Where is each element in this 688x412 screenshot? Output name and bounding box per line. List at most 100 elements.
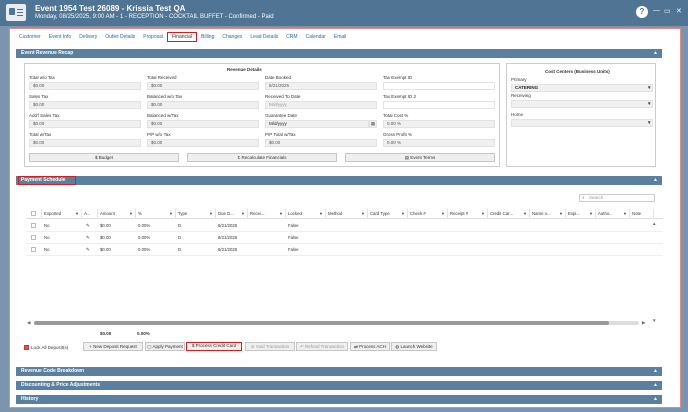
col-receipt-number[interactable]: Receipt # ▼: [448, 209, 488, 219]
pp-wo-tax-field[interactable]: $0.00: [147, 139, 259, 147]
pp-total-w-tax-field[interactable]: $0.00: [265, 139, 377, 147]
tab-changes[interactable]: Changes: [218, 32, 246, 42]
tax-exempt-id2-field[interactable]: [383, 101, 495, 109]
search-input[interactable]: Search: [579, 194, 655, 202]
tab-email[interactable]: Email: [330, 32, 351, 42]
expand-chevron-icon[interactable]: ▲: [653, 395, 658, 404]
total-cost-pct-field[interactable]: 0.00 %: [383, 120, 495, 128]
expand-chevron-icon[interactable]: ▲: [653, 381, 658, 390]
col-note[interactable]: Note: [630, 209, 654, 219]
tab-billing[interactable]: Billing: [197, 32, 218, 42]
scroll-right-icon[interactable]: ▶: [642, 320, 645, 326]
filter-icon[interactable]: ▼: [241, 209, 245, 219]
history-header[interactable]: History ▲: [16, 395, 662, 404]
scroll-left-icon[interactable]: ◀: [27, 320, 30, 326]
guarantee-date-field[interactable]: M/d/yyyy: [265, 120, 369, 128]
col-name-on-card[interactable]: Name o... ▼: [530, 209, 566, 219]
col-expiration[interactable]: Expi... ▼: [566, 209, 596, 219]
process-credit-card-button[interactable]: $ Process Credit Card: [186, 342, 242, 351]
tab-crm[interactable]: CRM: [282, 32, 301, 42]
edit-pencil-icon[interactable]: ✎: [84, 232, 98, 244]
payment-schedule-header[interactable]: Payment Schedule ▲: [16, 176, 662, 185]
filter-icon[interactable]: ▼: [589, 209, 593, 219]
home-select[interactable]: [511, 119, 653, 127]
tab-event-info[interactable]: Event Info: [45, 32, 76, 42]
close-icon[interactable]: ✕: [676, 7, 682, 15]
col-due-date[interactable]: Due D... ▼: [216, 209, 248, 219]
launch-website-button[interactable]: ◍ Launch Website: [391, 342, 437, 351]
received-to-date-field[interactable]: M/d/yyyy: [265, 101, 377, 109]
col-amount[interactable]: Amount ▼: [98, 209, 136, 219]
tab-financial[interactable]: Financial: [167, 32, 198, 42]
scroll-up-icon[interactable]: ▲: [652, 221, 656, 226]
discounting-header[interactable]: Discounting & Price Adjustments ▲: [16, 381, 662, 390]
budget-button[interactable]: $ Budget: [29, 153, 179, 162]
lock-all-checkbox[interactable]: [24, 345, 29, 350]
select-all-column[interactable]: [26, 209, 42, 219]
date-booked-field[interactable]: 8/21/2025: [265, 82, 377, 90]
col-authorization[interactable]: Autho... ▼: [596, 209, 630, 219]
filter-icon[interactable]: ▼: [559, 209, 563, 219]
filter-icon[interactable]: ▼: [279, 209, 283, 219]
table-row[interactable]: No ✎ $0.00 0.00% D 8/21/2025 False: [26, 232, 663, 244]
tax-exempt-id-field[interactable]: [383, 82, 495, 90]
col-type[interactable]: Type ▼: [176, 209, 216, 219]
total-received-field[interactable]: $0.00: [147, 82, 259, 90]
col-a[interactable]: A...: [82, 209, 98, 219]
collapse-chevron-icon[interactable]: ▲: [653, 49, 658, 58]
row-checkbox[interactable]: [31, 247, 36, 252]
balanced-wo-tax-field[interactable]: $0.00: [147, 101, 259, 109]
balanced-w-tax-field[interactable]: $0.00: [147, 120, 259, 128]
filter-icon[interactable]: ▼: [209, 209, 213, 219]
tab-outlet-details[interactable]: Outlet Details: [101, 32, 139, 42]
filter-icon[interactable]: ▼: [481, 209, 485, 219]
scroll-down-icon[interactable]: ▼: [652, 318, 656, 323]
col-method[interactable]: Method ▼: [326, 209, 368, 219]
filter-icon[interactable]: ▼: [623, 209, 627, 219]
recalculate-financials-button[interactable]: Σ Recalculate Financials: [187, 153, 337, 162]
horizontal-scrollbar[interactable]: [34, 321, 639, 325]
receiving-select[interactable]: [511, 100, 653, 108]
col-exported[interactable]: Exported ▼: [42, 209, 82, 219]
event-terms-button[interactable]: ▤ Event Terms: [345, 153, 495, 162]
refund-transaction-button[interactable]: ↶ Refund Transaction: [296, 342, 348, 351]
filter-icon[interactable]: ▼: [169, 209, 173, 219]
total-w-tax-field[interactable]: $0.00: [29, 139, 141, 147]
process-ach-button[interactable]: ⇄ Process ACH: [350, 342, 390, 351]
primary-dropdown-icon[interactable]: ▼: [647, 85, 651, 90]
sales-tax-field[interactable]: $0.00: [29, 101, 141, 109]
tab-lead-details[interactable]: Lead Details: [246, 32, 282, 42]
tab-customer[interactable]: Customer: [15, 32, 45, 42]
col-locked[interactable]: Locked ▼: [286, 209, 326, 219]
filter-icon[interactable]: ▼: [319, 209, 323, 219]
total-wo-tax-field[interactable]: $0.00: [29, 82, 141, 90]
col-credit-card[interactable]: Credit Car... ▼: [488, 209, 530, 219]
row-checkbox[interactable]: [31, 223, 36, 228]
tab-calendar[interactable]: Calendar: [302, 32, 330, 42]
void-transaction-button[interactable]: ⊘ Void Transaction: [245, 342, 295, 351]
filter-icon[interactable]: ▼: [401, 209, 405, 219]
table-row[interactable]: No ✎ $0.00 0.00% D 8/21/2025 False: [26, 244, 663, 256]
primary-select[interactable]: CATERING: [511, 84, 653, 92]
filter-icon[interactable]: ▼: [361, 209, 365, 219]
help-icon[interactable]: ?: [636, 6, 648, 18]
table-row[interactable]: No ✎ $0.00 0.00% D 8/21/2025 False: [26, 220, 663, 232]
recap-section-header[interactable]: Event Revenue Recap ▲: [16, 49, 662, 58]
filter-icon[interactable]: ▼: [129, 209, 133, 219]
revenue-code-breakdown-header[interactable]: Revenue Code Breakdown ▲: [16, 367, 662, 376]
edit-pencil-icon[interactable]: ✎: [84, 244, 98, 256]
row-checkbox[interactable]: [31, 235, 36, 240]
receiving-dropdown-icon[interactable]: ▼: [647, 101, 651, 106]
col-percent[interactable]: % ▼: [136, 209, 176, 219]
filter-icon[interactable]: ▼: [75, 209, 79, 219]
apply-payment-button[interactable]: ▢ Apply Payment: [145, 342, 185, 351]
home-dropdown-icon[interactable]: ▼: [647, 120, 651, 125]
col-check-number[interactable]: Check # ▼: [408, 209, 448, 219]
maximize-icon[interactable]: ▭: [664, 7, 671, 15]
minimize-icon[interactable]: —: [653, 7, 660, 14]
col-card-type[interactable]: Card Type ▼: [368, 209, 408, 219]
filter-icon[interactable]: ▼: [523, 209, 527, 219]
edit-pencil-icon[interactable]: ✎: [84, 220, 98, 232]
calendar-icon[interactable]: ▦: [369, 120, 377, 128]
payment-collapse-icon[interactable]: ▲: [653, 176, 658, 185]
